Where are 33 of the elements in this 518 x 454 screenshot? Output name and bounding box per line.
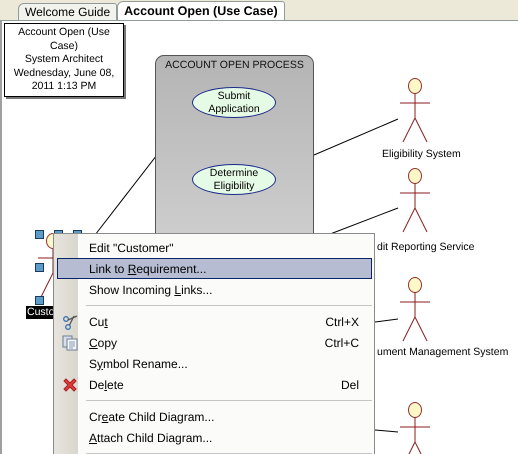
menu-item[interactable]: Delete Del	[57, 374, 372, 396]
selection-handle[interactable]	[35, 263, 44, 272]
tab[interactable]: Account Open (Use Case)	[117, 1, 285, 20]
actor-icon	[38, 233, 53, 299]
note-text: 2011 1:13 PM	[32, 80, 96, 94]
connector-line	[374, 430, 398, 432]
note-text: Account Open (Use	[18, 26, 110, 40]
menu-item[interactable]: Show Incoming Links...	[57, 279, 372, 300]
note-text: System Architect	[24, 53, 104, 66]
boundary-title: ACCOUNT OPEN PROCESS	[165, 59, 304, 72]
selection-handle[interactable]	[35, 296, 44, 305]
connector-line	[374, 318, 398, 322]
tab[interactable]: Welcome Guide	[18, 3, 118, 20]
actor-label: Eligibility System	[382, 148, 461, 161]
menu-item[interactable]: Create Child Diagram...	[57, 406, 372, 428]
menu-item[interactable]: Attach Child Diagram...	[57, 427, 372, 448]
menu-item[interactable]: Copy Ctrl+C	[57, 332, 372, 354]
scissors-icon	[62, 314, 78, 330]
actor-label: ument Management System	[377, 346, 508, 359]
menu-item[interactable]: Edit "Customer"	[57, 237, 372, 258]
actor-icon	[400, 168, 430, 234]
actor-icon	[400, 402, 430, 454]
copy-icon	[62, 334, 78, 351]
delete-icon	[62, 376, 78, 393]
actor-icon	[400, 277, 430, 343]
actor-icon	[400, 78, 430, 144]
note-text: Case)	[50, 40, 78, 53]
selection-handle[interactable]	[35, 230, 44, 239]
actor-label: dit Reporting Service	[377, 241, 474, 254]
menu-item[interactable]: Link to Requirement...	[57, 258, 372, 280]
menu-item[interactable]: Symbol Rename...	[57, 353, 372, 374]
menu-item[interactable]: Cut Ctrl+X	[57, 311, 372, 332]
note-text: Wednesday, June 08,	[14, 66, 114, 80]
